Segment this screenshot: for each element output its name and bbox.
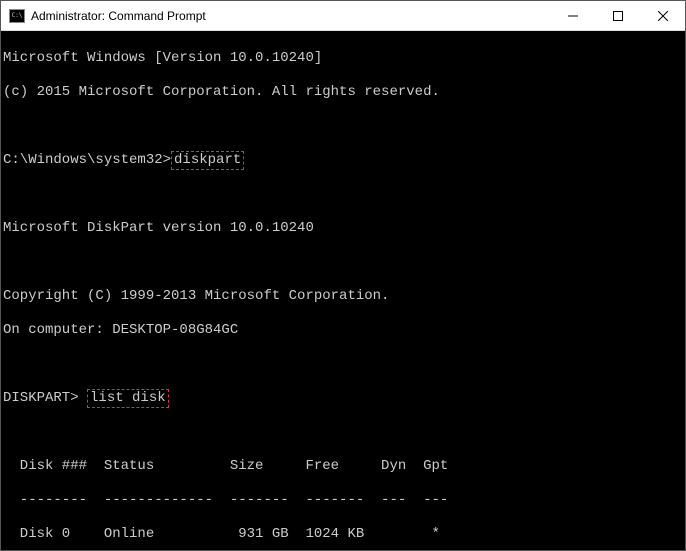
prompt: DISKPART>	[3, 390, 87, 406]
command-highlight: list disk	[87, 389, 169, 408]
output-line: Copyright (C) 1999-2013 Microsoft Corpor…	[3, 288, 685, 305]
window-title: Administrator: Command Prompt	[31, 9, 550, 23]
command-highlight: diskpart	[171, 151, 244, 170]
table-divider: -------- ------------- ------- ------- -…	[3, 492, 685, 509]
output-line: (c) 2015 Microsoft Corporation. All righ…	[3, 84, 685, 101]
maximize-button[interactable]	[595, 1, 640, 30]
window-controls	[550, 1, 685, 30]
close-button[interactable]	[640, 1, 685, 30]
titlebar[interactable]: Administrator: Command Prompt	[1, 1, 685, 31]
command-prompt-window: Administrator: Command Prompt Microsoft …	[0, 0, 686, 551]
prompt: C:\Windows\system32>	[3, 152, 171, 168]
output-line: Microsoft DiskPart version 10.0.10240	[3, 220, 685, 237]
output-line: On computer: DESKTOP-08G84GC	[3, 322, 685, 339]
app-icon	[9, 9, 25, 23]
terminal-output[interactable]: Microsoft Windows [Version 10.0.10240] (…	[1, 31, 685, 550]
output-line: Microsoft Windows [Version 10.0.10240]	[3, 50, 685, 67]
minimize-button[interactable]	[550, 1, 595, 30]
table-header: Disk ### Status Size Free Dyn Gpt	[3, 458, 685, 475]
table-row: Disk 0 Online 931 GB 1024 KB *	[3, 526, 685, 543]
